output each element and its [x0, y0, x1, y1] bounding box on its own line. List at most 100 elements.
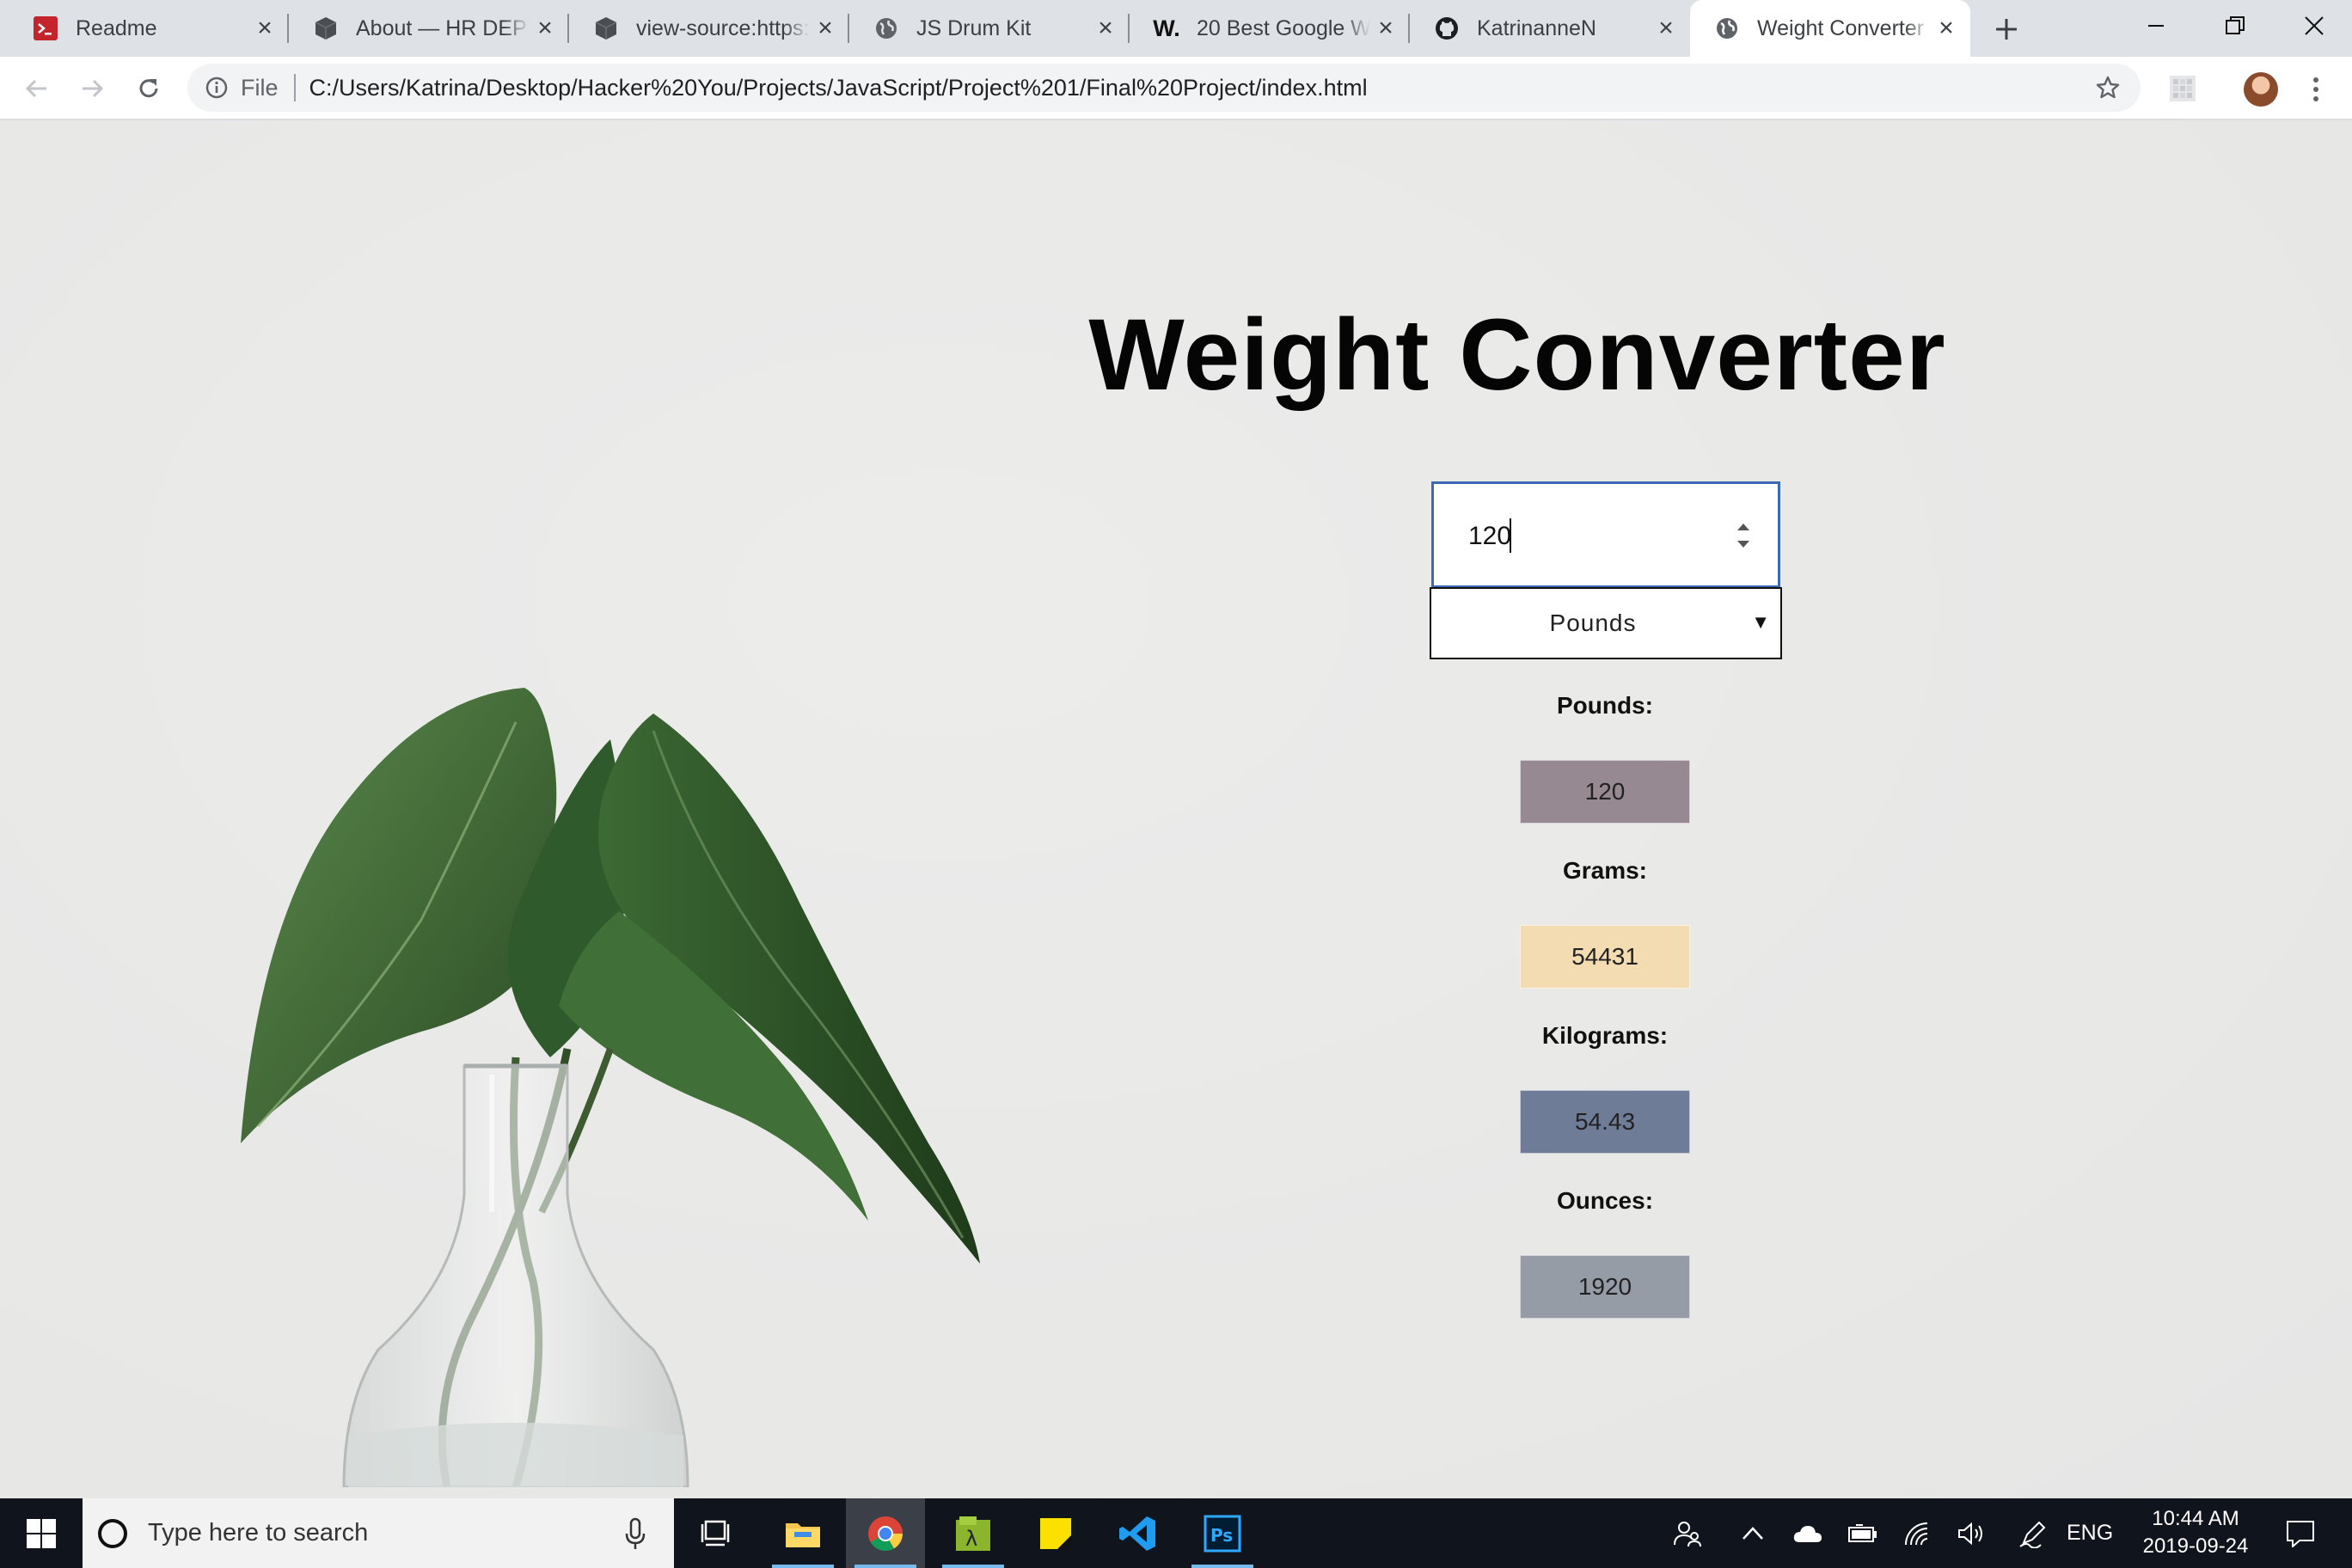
- weight-input-field[interactable]: [1467, 515, 1711, 558]
- window-close-button[interactable]: [2275, 0, 2352, 52]
- sticky-notes-icon: [1040, 1517, 1071, 1549]
- onedrive-cloud-icon[interactable]: [1786, 1498, 1829, 1568]
- tab-title: 20 Best Google W: [1197, 15, 1370, 40]
- tab-view-source[interactable]: view-source:https: ×: [569, 0, 849, 57]
- tab-title: Weight Converter: [1757, 15, 1925, 40]
- tab-title: Readme: [76, 15, 157, 40]
- back-button[interactable]: [17, 69, 57, 108]
- number-spinner[interactable]: [1733, 520, 1754, 551]
- url-text[interactable]: C:/Users/Katrina/Desktop/Hacker%20You/Pr…: [309, 75, 1368, 101]
- browser-toolbar: File C:/Users/Katrina/Desktop/Hacker%20Y…: [0, 57, 2352, 120]
- spin-up-icon: [1737, 524, 1749, 530]
- close-tab-icon[interactable]: ×: [1651, 13, 1681, 44]
- profile-avatar[interactable]: [2244, 72, 2278, 107]
- forward-button[interactable]: [72, 69, 112, 108]
- terminal-red-icon: [33, 15, 58, 41]
- file-explorer-button[interactable]: [763, 1498, 842, 1568]
- grams-output: 54431: [1520, 925, 1690, 989]
- chrome-icon: [868, 1516, 903, 1551]
- globe-icon: [1714, 15, 1740, 41]
- wifi-icon[interactable]: [1896, 1498, 1939, 1568]
- bookmark-star-icon[interactable]: [2092, 72, 2123, 103]
- tab-20-best-google[interactable]: W. 20 Best Google W ×: [1130, 0, 1410, 57]
- microphone-icon[interactable]: [622, 1516, 648, 1551]
- volume-icon[interactable]: [1950, 1498, 1993, 1568]
- unit-select[interactable]: Pounds ▼: [1430, 587, 1782, 659]
- tab-title: KatrinanneN: [1477, 15, 1596, 40]
- chevron-up-icon[interactable]: [1731, 1498, 1774, 1568]
- page-content: Weight Converter Pounds ▼ Pounds: 120 Gr…: [0, 120, 2352, 1498]
- w-logo-icon: W.: [1153, 15, 1180, 41]
- ounces-output: 1920: [1520, 1255, 1690, 1319]
- minimize-button[interactable]: [2116, 0, 2196, 52]
- cube-icon: [313, 15, 339, 41]
- pen-workspace-icon[interactable]: [2012, 1498, 2055, 1568]
- cube-icon: [593, 15, 619, 41]
- tab-readme[interactable]: Readme ×: [9, 0, 289, 57]
- tab-js-drum-kit[interactable]: JS Drum Kit ×: [849, 0, 1130, 57]
- svg-text:λ: λ: [965, 1527, 977, 1551]
- reload-button[interactable]: [129, 69, 168, 108]
- folder-icon: [786, 1522, 820, 1547]
- scheme-label: File: [241, 74, 279, 101]
- search-placeholder: Type here to search: [148, 1519, 369, 1547]
- address-bar[interactable]: File C:/Users/Katrina/Desktop/Hacker%20Y…: [187, 64, 2141, 112]
- people-icon[interactable]: [1666, 1498, 1709, 1568]
- close-tab-icon[interactable]: ×: [1931, 13, 1962, 44]
- system-clock[interactable]: 10:44 AM 2019-09-24: [2132, 1505, 2259, 1560]
- vscode-icon: [1119, 1516, 1155, 1551]
- action-center-icon[interactable]: [2275, 1498, 2326, 1568]
- pounds-label: Pounds:: [1557, 692, 1653, 719]
- reload-icon: [139, 79, 158, 98]
- pounds-output: 120: [1520, 760, 1690, 824]
- kilograms-label: Kilograms:: [1541, 1022, 1669, 1049]
- tab-about-hr-dept[interactable]: About — HR DEPT ×: [289, 0, 569, 57]
- info-icon[interactable]: [203, 74, 230, 101]
- photoshop-button[interactable]: Ps: [1183, 1498, 1262, 1568]
- close-tab-icon[interactable]: ×: [530, 13, 560, 44]
- clock-time: 10:44 AM: [2152, 1507, 2239, 1530]
- cortana-icon[interactable]: [98, 1518, 127, 1548]
- task-view-button[interactable]: [676, 1498, 755, 1568]
- photoshop-icon: Ps: [1204, 1515, 1241, 1552]
- battery-icon[interactable]: [1841, 1498, 1884, 1568]
- lambda-app-icon: λ: [956, 1516, 990, 1551]
- arrow-left-icon: [25, 79, 46, 98]
- tab-title: About — HR DEPT: [356, 15, 530, 40]
- start-button[interactable]: [0, 1498, 83, 1568]
- dropdown-arrow-icon: ▼: [1751, 611, 1770, 633]
- close-tab-icon[interactable]: ×: [249, 13, 280, 44]
- grams-label: Grams:: [1562, 857, 1648, 884]
- windows-taskbar: Type here to search λ Ps ENG 10:44 AM 20…: [0, 1498, 2352, 1568]
- clock-date: 2019-09-24: [2142, 1534, 2249, 1558]
- text-caret: [1510, 518, 1511, 553]
- sticky-notes-button[interactable]: [1016, 1498, 1095, 1568]
- taskbar-search-box[interactable]: Type here to search: [83, 1498, 674, 1568]
- close-tab-icon[interactable]: ×: [1090, 13, 1121, 44]
- language-indicator[interactable]: ENG: [2067, 1498, 2113, 1568]
- weight-number-input[interactable]: [1431, 481, 1780, 588]
- windows-logo-icon: [27, 1518, 56, 1548]
- extension-icon[interactable]: [2168, 74, 2197, 103]
- tab-weight-converter[interactable]: Weight Converter ×: [1690, 0, 1970, 57]
- close-tab-icon[interactable]: ×: [1370, 13, 1401, 44]
- lambda-app-button[interactable]: λ: [934, 1498, 1013, 1568]
- tab-title: view-source:https:: [636, 15, 810, 40]
- close-tab-icon[interactable]: ×: [810, 13, 841, 44]
- page-title: Weight Converter: [1088, 298, 1946, 412]
- plant-vase-image: [241, 688, 980, 1487]
- restore-button[interactable]: [2196, 0, 2275, 52]
- kilograms-output: 54.43: [1520, 1090, 1690, 1154]
- svg-text:Ps: Ps: [1210, 1525, 1233, 1546]
- chrome-taskbar-button[interactable]: [846, 1498, 925, 1568]
- chrome-menu-icon[interactable]: [2299, 72, 2333, 107]
- globe-icon: [873, 15, 899, 41]
- github-icon: [1434, 15, 1460, 41]
- arrow-right-icon: [83, 79, 104, 98]
- new-tab-button[interactable]: [1988, 10, 2025, 48]
- tab-title: JS Drum Kit: [916, 15, 1032, 40]
- tab-github[interactable]: KatrinanneN ×: [1410, 0, 1690, 57]
- tab-strip: Readme × About — HR DEPT × view-source:h…: [0, 0, 2352, 57]
- vscode-button[interactable]: [1099, 1498, 1178, 1568]
- unit-select-value: Pounds: [1549, 609, 1637, 636]
